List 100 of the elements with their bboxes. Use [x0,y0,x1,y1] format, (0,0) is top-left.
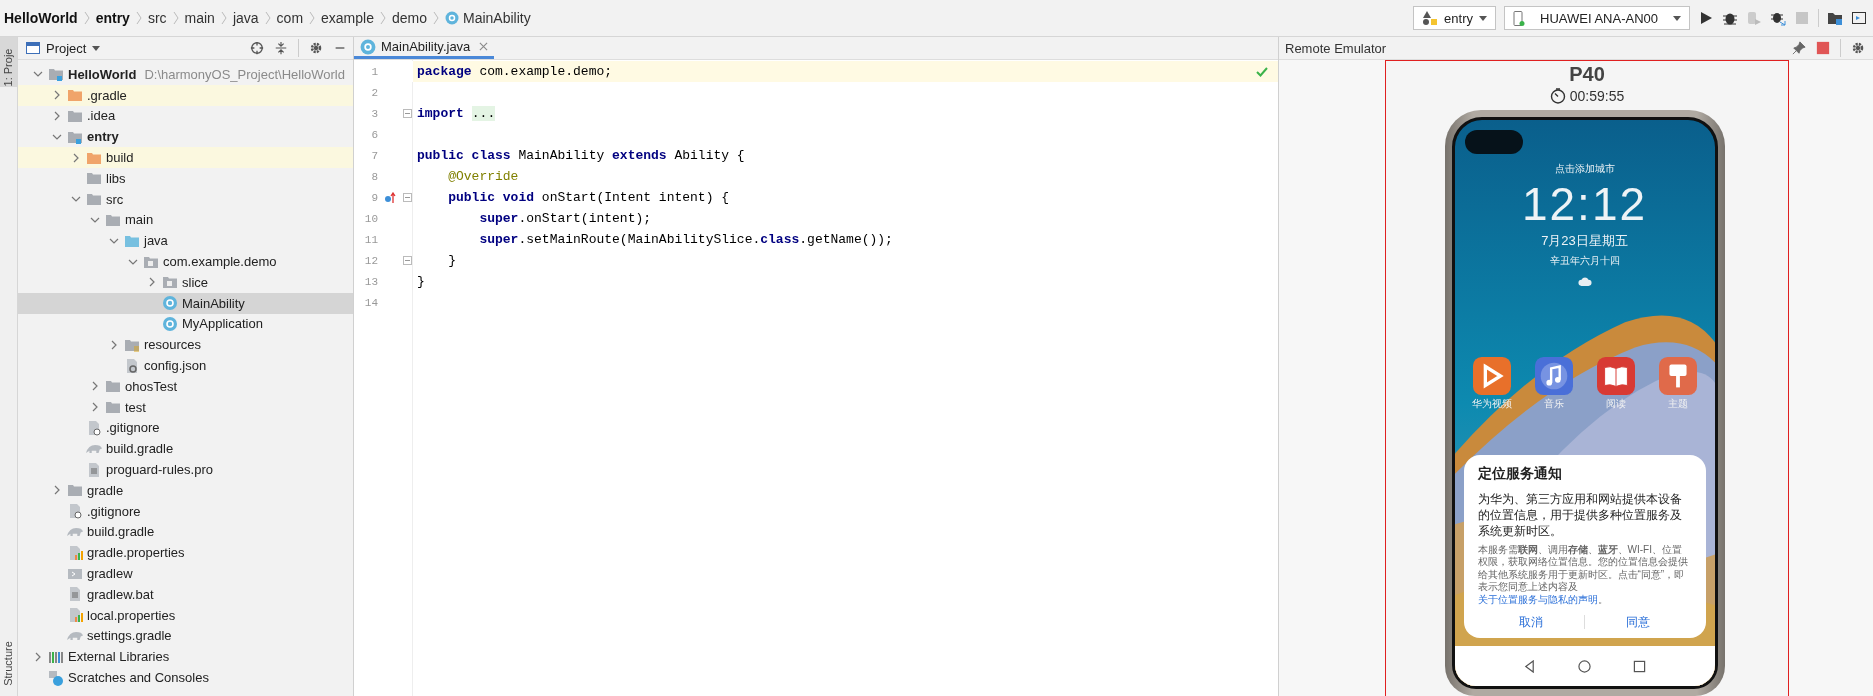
tree-item[interactable]: build.gradle [18,438,353,460]
breadcrumb-separator-icon [220,10,227,26]
tree-item[interactable]: gradlew.bat [18,583,353,605]
breadcrumb-item[interactable]: com [276,10,304,26]
play-app-icon[interactable] [1472,357,1511,395]
code-line: package com.example.demo; [417,64,613,79]
folder-icon [105,399,121,416]
device-name: P40 [1569,63,1605,86]
book-app-icon[interactable] [1596,357,1635,395]
fold-marker-icon[interactable] [402,256,412,265]
folder-icon [67,482,83,499]
breadcrumb-item[interactable]: src [147,10,167,26]
tree-item[interactable]: local.properties [18,604,353,626]
override-marker-icon[interactable] [384,191,396,204]
tree-item[interactable]: Scratches and Consoles [18,667,353,688]
timer-text: 00:59:55 [1569,88,1625,104]
folder-icon [67,108,83,124]
tree-item[interactable]: .idea [18,105,353,127]
brush-app-icon[interactable] [1658,357,1697,395]
date-text: 7月23日星期五 [1541,232,1628,250]
tree-item[interactable]: gradlew [18,563,353,584]
breadcrumb-item[interactable]: example [321,10,374,26]
chart-file-icon [67,544,83,561]
breadcrumb-item[interactable]: entry [95,10,130,26]
tree-item[interactable]: test [18,396,353,418]
close-icon[interactable] [479,42,489,51]
weather-cloud-icon [1577,276,1592,287]
tree-item[interactable]: slice [18,271,353,293]
side-tab[interactable]: 1: Proje [0,37,17,87]
tree-item[interactable]: External Libraries [18,646,353,668]
bug-icon[interactable] [1770,10,1786,26]
clock-time: 12:12 [1521,178,1648,230]
device-dropdown[interactable]: HUAWEI ANA-AN00 [1504,6,1690,30]
folder-icon[interactable] [1827,10,1843,26]
side-tab[interactable]: Structure [0,630,17,696]
breadcrumb-separator-icon [309,10,316,26]
tree-item[interactable]: libs [18,168,353,189]
panel-title: Remote Emulator [1285,40,1388,56]
privacy-link[interactable]: 关于位置服务与隐私的声明 [1477,593,1598,605]
line-number: 7 [370,149,378,162]
tree-item[interactable]: .gitignore [18,417,353,439]
stop-icon[interactable] [1816,41,1830,55]
tree-item[interactable]: config.json [18,355,353,376]
pin-icon[interactable] [1792,41,1806,55]
tree-item[interactable]: .gitignore [18,500,353,522]
tree-item[interactable]: src [18,188,353,210]
tree-item[interactable]: MainAbility [18,292,353,314]
app-label: 音乐 [1543,397,1564,411]
tree-item[interactable]: ohosTest [18,375,353,397]
breadcrumb-item[interactable]: main [184,10,215,26]
shapes-icon [1422,10,1439,26]
tree-item[interactable]: .gradle [18,84,353,106]
breadcrumb-item[interactable]: java [232,10,259,26]
music-app-icon[interactable] [1534,357,1573,395]
tree-item[interactable]: java [18,230,353,252]
app-label: 阅读 [1605,397,1626,411]
tree-item[interactable]: com.example.demo [18,251,353,272]
tree-item[interactable]: resources [18,334,353,356]
home-icon[interactable] [1578,659,1591,673]
run-config-dropdown[interactable]: entry [1413,6,1496,30]
dialog-button[interactable]: 取消 [1477,610,1584,634]
tree-item[interactable]: gradle [18,479,353,501]
line-number: 12 [363,254,378,267]
back-icon[interactable] [1523,659,1536,673]
code-line: public class MainAbility extends Ability { [417,148,745,163]
tree-item[interactable]: MyApplication [18,313,353,335]
tree-item[interactable]: build.gradle [18,521,353,543]
breadcrumb-item[interactable]: MainAbility [445,10,531,26]
line-number: 6 [370,128,378,141]
recents-icon[interactable] [1633,659,1646,673]
run-icon[interactable] [1698,10,1714,26]
collapse-all-icon[interactable] [274,41,288,55]
phone-icon [1513,10,1525,26]
tree-item[interactable]: main [18,209,353,231]
city-text[interactable]: 点击添加城市 [1554,162,1615,176]
text-file-icon [67,586,83,603]
tree-item[interactable]: gradle.properties [18,542,353,564]
fold-marker-icon[interactable] [402,109,412,118]
settings-icon[interactable] [1851,41,1865,55]
folder-icon [86,170,102,187]
fold-marker-icon[interactable] [402,193,412,202]
tree-item[interactable]: HelloWorld D:\harmonyOS_Project\HelloWorld [18,64,353,85]
breadcrumb-item[interactable]: demo [391,10,427,26]
class-icon [445,11,459,25]
dialog-button[interactable]: 同意 [1585,610,1692,634]
locate-icon[interactable] [250,41,264,55]
window-icon[interactable] [1851,10,1867,26]
code-line: } [447,253,456,268]
tree-item[interactable]: settings.gradle [18,625,353,647]
project-view-dropdown[interactable]: Project [26,40,101,56]
tree-item[interactable]: entry [18,126,353,148]
editor-tab[interactable]: MainAbility.java [354,37,495,59]
chart-file-icon [67,607,83,624]
settings-icon[interactable] [309,41,323,55]
breadcrumb-item[interactable]: HelloWorld [4,10,78,26]
tree-item[interactable]: build [18,147,353,168]
caret-icon [1673,15,1681,21]
project-path: D:\harmonyOS_Project\HelloWorld [144,66,345,82]
tree-item[interactable]: proguard-rules.pro [18,459,353,480]
line-number: 14 [363,296,378,309]
